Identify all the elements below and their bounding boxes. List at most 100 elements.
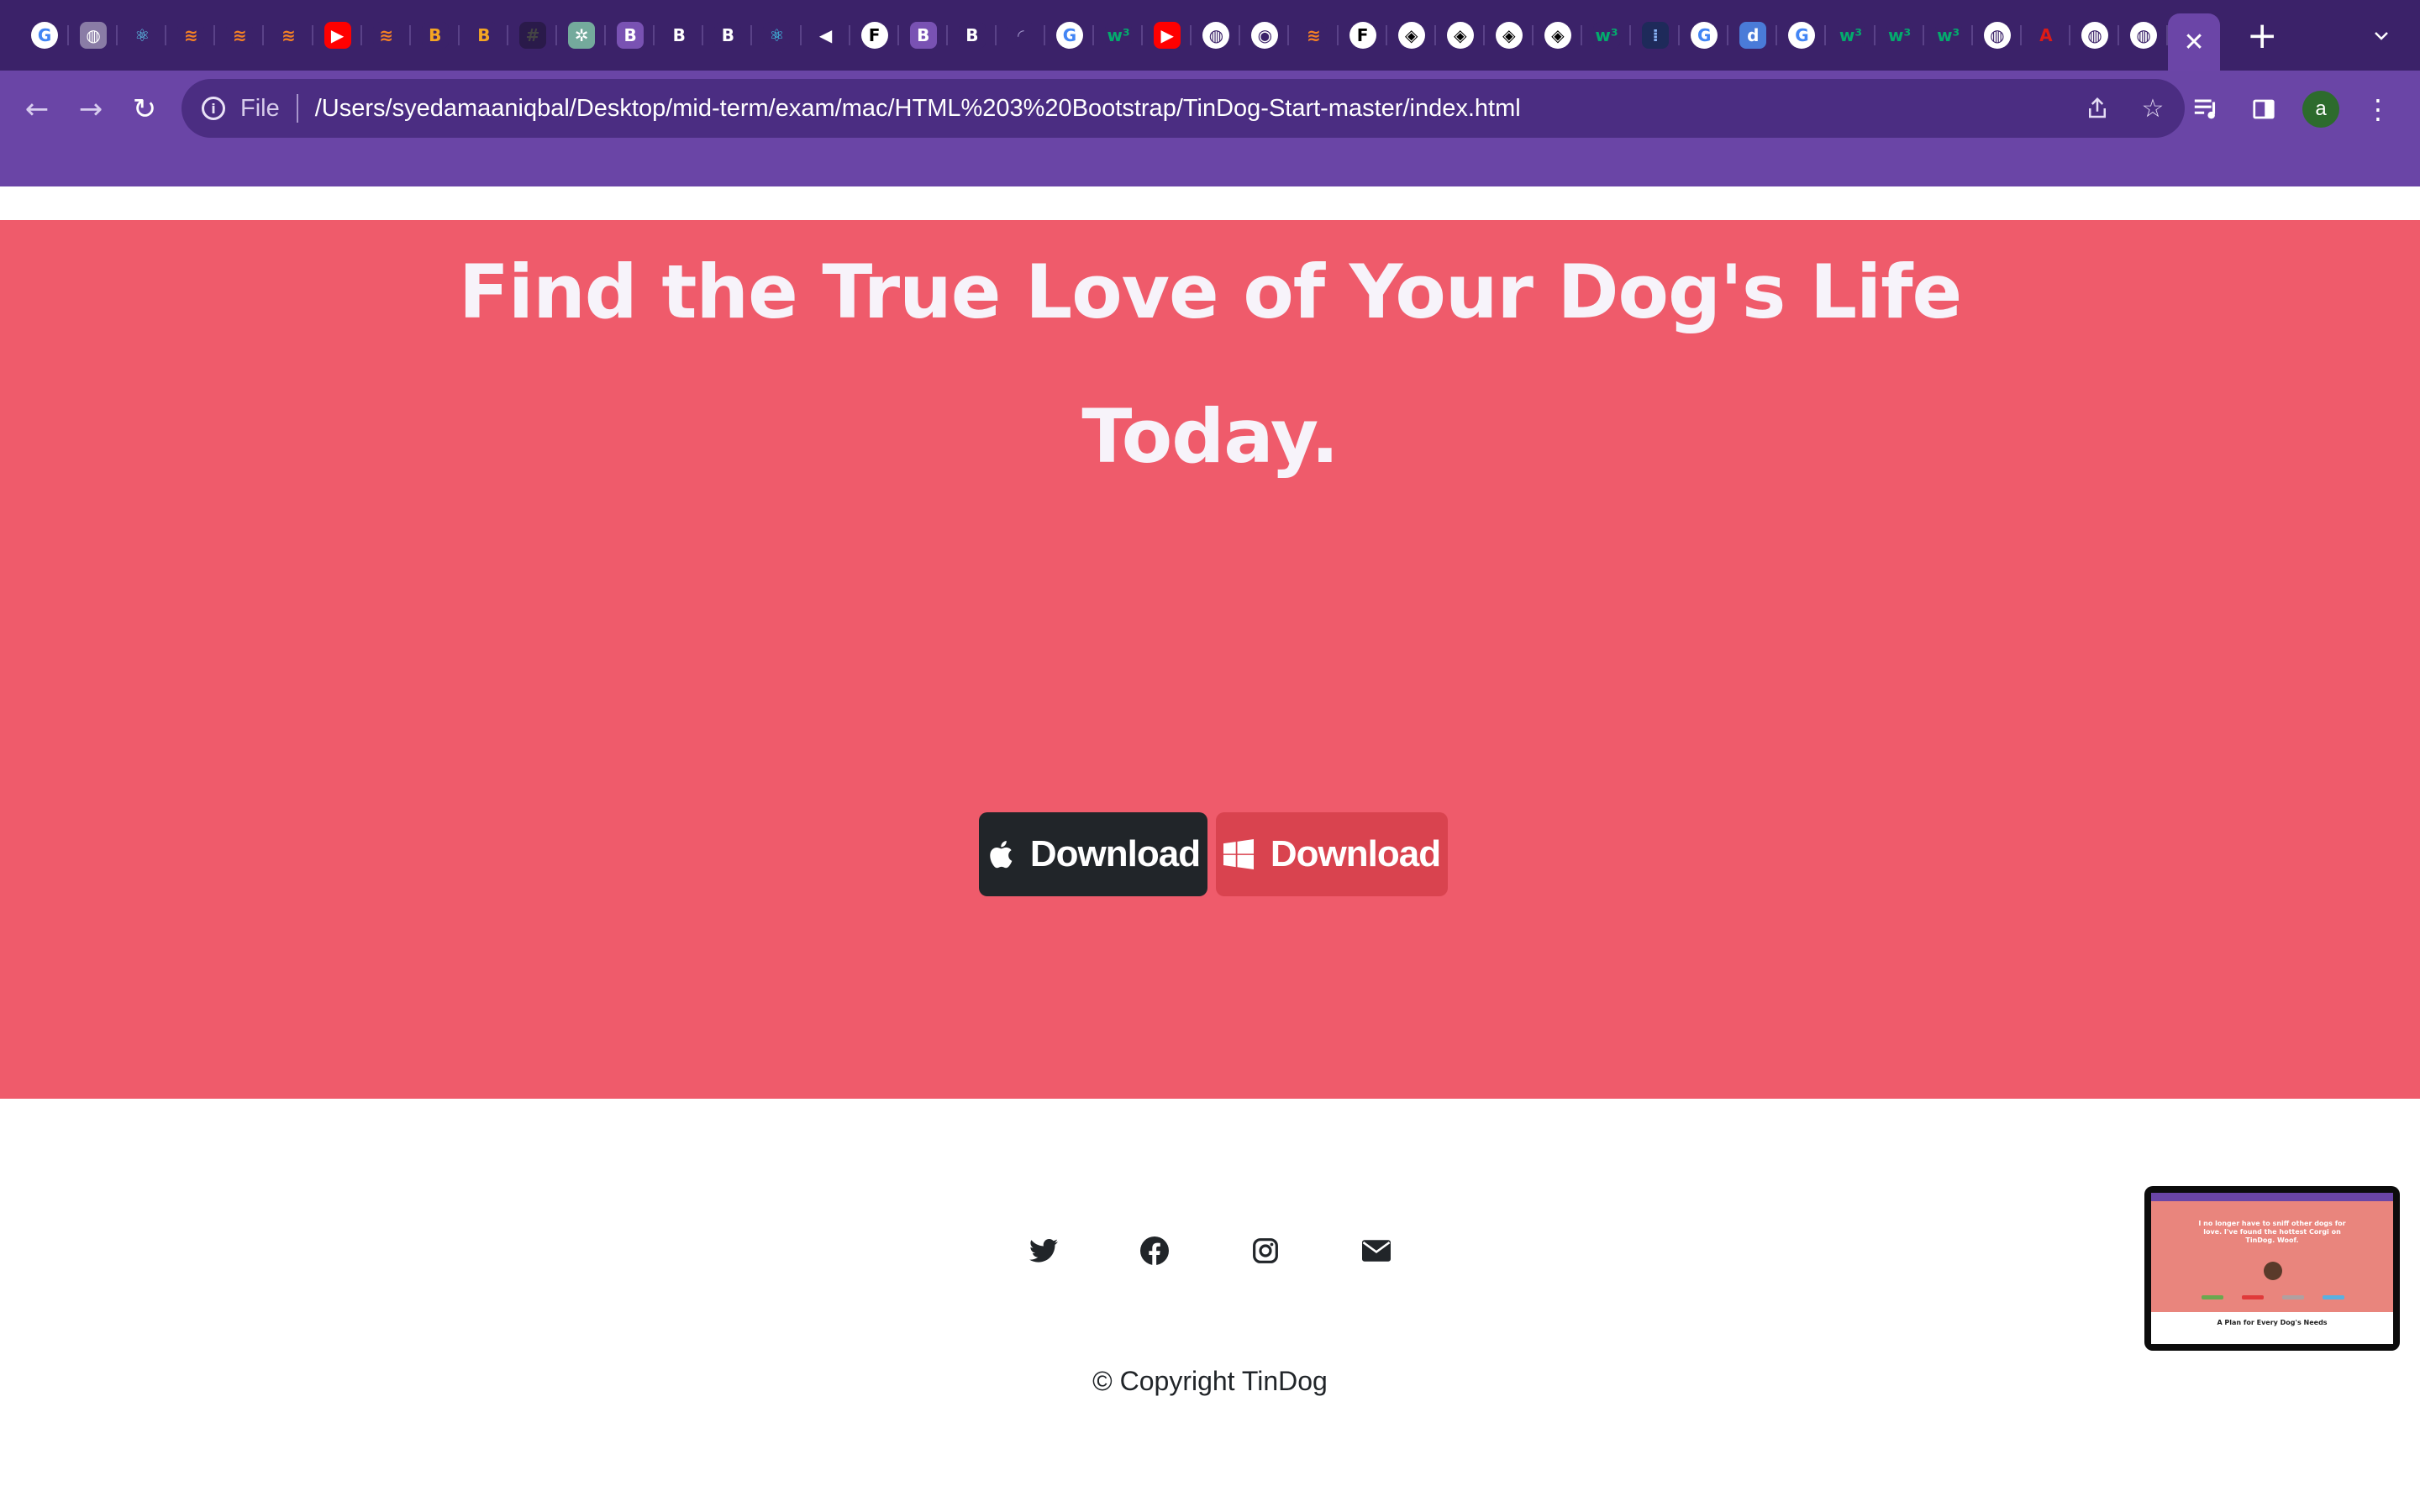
w3schools-icon: w³ <box>1934 22 1962 49</box>
download-buttons: Download Download <box>0 812 2420 896</box>
cta-heading: Find the True Love of Your Dog's Life To… <box>458 249 1962 480</box>
apple-download-button[interactable]: Download <box>979 812 1207 896</box>
forward-button[interactable]: → <box>67 86 114 133</box>
address-bar[interactable]: i File /Users/syedamaaniqbal/Desktop/mid… <box>182 79 2185 138</box>
google-g-icon: G <box>1691 22 1718 49</box>
copyright-text: © Copyright TinDog <box>1092 1366 1328 1396</box>
browser-tab[interactable]: ◍ <box>1192 0 1241 71</box>
page-top-strip <box>0 186 2420 220</box>
tab-search-button[interactable] <box>2363 17 2400 54</box>
browser-tab[interactable]: ≋ <box>362 0 411 71</box>
url-text[interactable]: /Users/syedamaaniqbal/Desktop/mid-term/e… <box>315 95 1521 123</box>
browser-tab[interactable]: G <box>20 0 70 71</box>
twitter-icon[interactable] <box>1026 1233 1061 1268</box>
browser-tab[interactable]: B <box>655 0 704 71</box>
browser-tab[interactable]: G <box>1777 0 1827 71</box>
preview-press-logos <box>2202 1295 2344 1304</box>
social-links <box>0 1233 2420 1268</box>
envelope-icon[interactable] <box>1359 1233 1394 1268</box>
browser-tab[interactable]: ⁞ <box>1631 0 1681 71</box>
page-preview-thumbnail[interactable]: I no longer have to sniff other dogs for… <box>2144 1186 2400 1351</box>
url-scheme-label: File <box>240 94 280 122</box>
youtube-icon: ▶ <box>1154 22 1181 49</box>
browser-tab[interactable]: # <box>508 0 558 71</box>
browser-tab[interactable]: B <box>606 0 655 71</box>
preview-browser-bar <box>2151 1193 2393 1201</box>
browser-tab[interactable]: G <box>1045 0 1095 71</box>
browser-tab[interactable]: A <box>2022 0 2071 71</box>
back-button[interactable]: ← <box>13 86 60 133</box>
browser-tab[interactable]: ◈ <box>1436 0 1485 71</box>
browser-tab[interactable]: B <box>411 0 460 71</box>
site-info-icon[interactable]: i <box>202 97 225 120</box>
media-playlist-icon[interactable] <box>2188 91 2225 128</box>
side-panel-icon[interactable] <box>2245 91 2282 128</box>
browser-tab[interactable]: B <box>948 0 997 71</box>
browser-tab[interactable]: ⚛ <box>752 0 802 71</box>
bookmark-star-icon[interactable]: ☆ <box>2138 93 2168 123</box>
share-icon[interactable] <box>2082 93 2112 123</box>
browser-tab[interactable]: ◀ <box>802 0 850 71</box>
browser-tab[interactable]: ◍ <box>2070 0 2120 71</box>
browser-tab[interactable]: ▶ <box>313 0 362 71</box>
loading-spinner-icon: ◜ <box>1007 22 1034 49</box>
browser-tab[interactable]: F <box>850 0 899 71</box>
close-tab-icon[interactable]: ✕ <box>2184 28 2205 57</box>
browser-tab[interactable]: ≋ <box>264 0 313 71</box>
browser-tab[interactable]: ≋ <box>166 0 216 71</box>
b-logo-icon: B <box>421 22 449 49</box>
globe-icon: ◍ <box>1983 22 2011 49</box>
browser-tab[interactable]: ◉ <box>1240 0 1290 71</box>
browser-tab[interactable]: ◈ <box>1485 0 1534 71</box>
new-tab-button[interactable]: + <box>2237 10 2287 60</box>
w3schools-icon: w³ <box>1837 22 1865 49</box>
codepen-icon: ◈ <box>1446 22 1474 49</box>
browser-tab[interactable]: w³ <box>1826 0 1876 71</box>
browser-tab[interactable]: B <box>899 0 948 71</box>
reload-button[interactable]: ↻ <box>121 86 168 133</box>
browser-tab[interactable]: G <box>1680 0 1729 71</box>
browser-tab[interactable]: ◜ <box>997 0 1046 71</box>
browser-tab[interactable]: w³ <box>1924 0 1973 71</box>
browser-tab[interactable]: w³ <box>1094 0 1144 71</box>
codepen-icon: ◈ <box>1495 22 1523 49</box>
browser-tab[interactable]: ✲ <box>557 0 607 71</box>
browser-tab[interactable]: B <box>703 0 753 71</box>
browser-tab[interactable]: d <box>1728 0 1778 71</box>
apple-icon <box>986 838 1013 870</box>
browser-tab[interactable]: F <box>1339 0 1387 71</box>
browser-tab[interactable]: ▶ <box>1143 0 1192 71</box>
chrome-icon: ◉ <box>1251 22 1279 49</box>
stackoverflow-icon: ≋ <box>177 22 205 49</box>
more-menu-icon[interactable]: ⋮ <box>2360 91 2396 128</box>
page-footer: © Copyright TinDog <box>0 1099 2420 1512</box>
browser-tab[interactable]: ⚛ <box>118 0 167 71</box>
active-tab[interactable]: ✕ <box>2168 13 2221 71</box>
bold-b-icon: B <box>714 22 742 49</box>
facebook-icon[interactable] <box>1137 1233 1172 1268</box>
browser-tab[interactable]: ◍ <box>1973 0 2022 71</box>
browser-tab[interactable]: w³ <box>1876 0 1924 71</box>
preview-dog-avatar <box>2264 1262 2282 1280</box>
browser-tab[interactable]: B <box>460 0 509 71</box>
dotted-app-icon: ⁞ <box>1642 22 1670 49</box>
profile-avatar[interactable]: a <box>2302 91 2339 128</box>
browser-tab[interactable]: ◍ <box>69 0 118 71</box>
tab-list: G ◍ ⚛ ≋ ≋ ≋ ▶ ≋ B B # ✲ B B B ⚛ ◀ F B B ◜ Gw³ ▶ ◍ ◉ ≋ F ◈ ◈ ◈ ◈ w³ ⁞ Gd Gw… <box>20 0 2169 71</box>
speaker-icon: ◀ <box>812 22 839 49</box>
browser-tab[interactable]: w³ <box>1582 0 1632 71</box>
browser-tab[interactable]: ◈ <box>1534 0 1583 71</box>
browser-tab[interactable]: ≋ <box>215 0 265 71</box>
stackoverflow-icon: ≋ <box>275 22 302 49</box>
stackoverflow-icon: ≋ <box>226 22 254 49</box>
instagram-icon[interactable] <box>1248 1233 1283 1268</box>
browser-tab[interactable]: ≋ <box>1289 0 1339 71</box>
windows-download-button[interactable]: Download <box>1216 812 1448 896</box>
react-bootstrap-icon: ⚛ <box>763 22 791 49</box>
preview-pricing-heading: A Plan for Every Dog's Needs <box>2217 1319 2328 1326</box>
browser-tab[interactable]: ◍ <box>2119 0 2169 71</box>
browser-tab[interactable]: ◈ <box>1387 0 1436 71</box>
windows-icon <box>1223 839 1254 869</box>
globe-icon: ◍ <box>1202 22 1230 49</box>
preview-testimonial: I no longer have to sniff other dogs for… <box>2151 1201 2393 1312</box>
